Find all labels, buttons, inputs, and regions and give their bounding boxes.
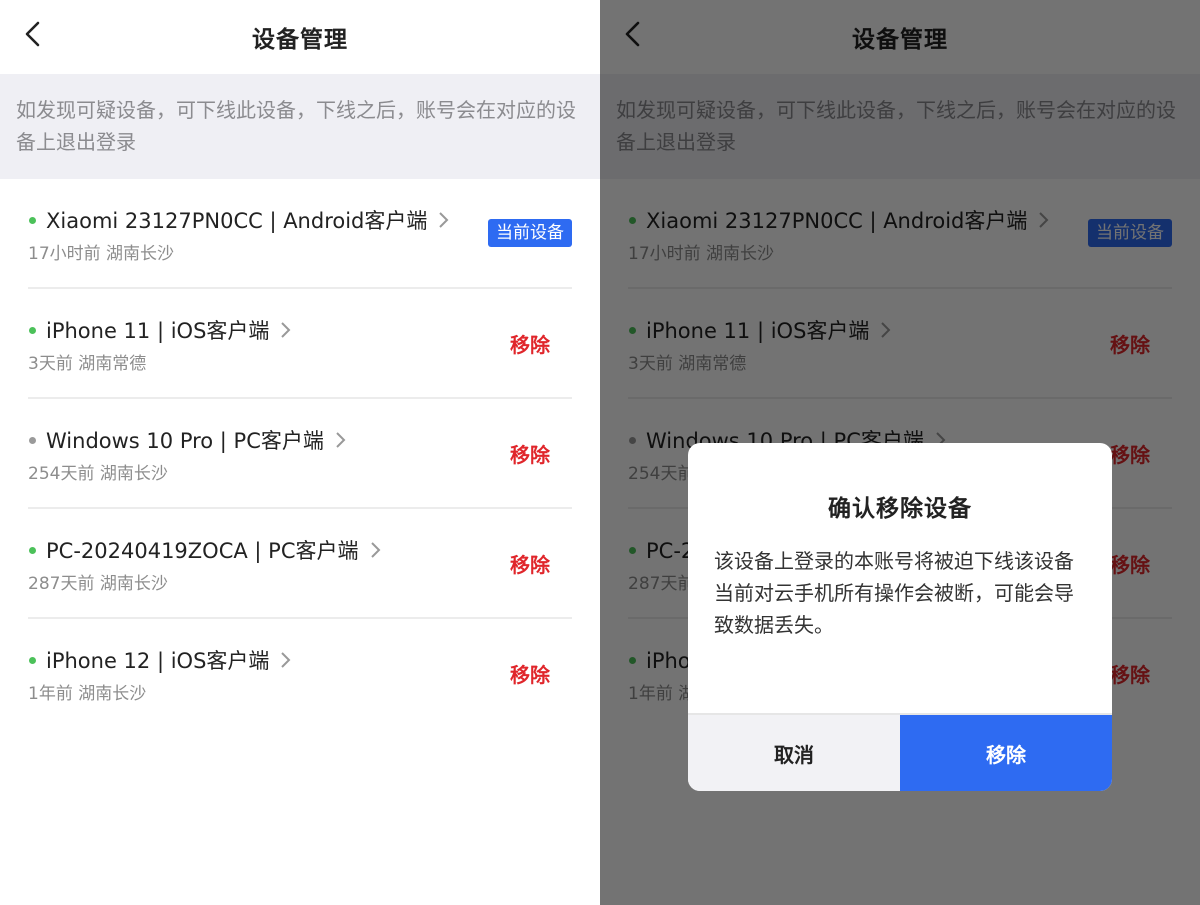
offline-status-dot (29, 436, 36, 444)
device-list-with-dialog-screen: 设备管理 如发现可疑设备，可下线此设备，下线之后，账号会在对应的设备上退出登录 … (600, 0, 1200, 905)
device-title-line: PC-20240419ZOCA | PC客户端 (28, 535, 381, 565)
device-row[interactable]: iPhone 11 | iOS客户端 3天前 湖南常德 移除 (28, 289, 572, 399)
remove-button[interactable]: 移除 (510, 439, 550, 468)
device-title-line: iPhone 11 | iOS客户端 (28, 315, 291, 345)
device-meta: 3天前 湖南常德 (28, 354, 147, 374)
current-device-badge: 当前设备 (488, 219, 572, 247)
device-name: iPhone 12 | iOS客户端 (46, 649, 270, 673)
remove-button[interactable]: 移除 (510, 549, 550, 578)
device-row[interactable]: Xiaomi 23127PN0CC | Android客户端 17小时前 湖南长… (28, 179, 572, 289)
dialog-message: 该设备上登录的本账号将被迫下线该设备当前对云手机所有操作会被断，可能会导致数据丢… (714, 549, 1074, 637)
device-name: PC-20240419ZOCA | PC客户端 (46, 539, 359, 563)
page-title: 设备管理 (252, 27, 348, 53)
chevron-right-icon (439, 212, 449, 228)
device-row[interactable]: iPhone 12 | iOS客户端 1年前 湖南长沙 移除 (28, 619, 572, 729)
device-meta: 1年前 湖南长沙 (28, 684, 147, 704)
chevron-right-icon (336, 432, 346, 448)
device-meta: 254天前 湖南长沙 (28, 464, 168, 484)
cancel-button[interactable]: 取消 (688, 715, 900, 791)
chevron-right-icon (281, 322, 291, 338)
remove-button[interactable]: 移除 (510, 329, 550, 358)
device-list: Xiaomi 23127PN0CC | Android客户端 17小时前 湖南长… (0, 179, 600, 729)
online-status-dot (29, 656, 36, 664)
device-title-line: Windows 10 Pro | PC客户端 (28, 425, 346, 455)
back-arrow-icon[interactable] (22, 20, 44, 48)
online-status-dot (29, 326, 36, 334)
online-status-dot (29, 216, 36, 224)
device-name: iPhone 11 | iOS客户端 (46, 319, 270, 343)
device-name: Windows 10 Pro | PC客户端 (46, 429, 324, 453)
device-meta: 287天前 湖南长沙 (28, 574, 168, 594)
header: 设备管理 (0, 0, 600, 74)
device-list-screen: 设备管理 如发现可疑设备，可下线此设备，下线之后，账号会在对应的设备上退出登录 … (0, 0, 600, 905)
chevron-right-icon (281, 652, 291, 668)
online-status-dot (29, 546, 36, 554)
chevron-right-icon (370, 542, 380, 558)
device-row[interactable]: PC-20240419ZOCA | PC客户端 287天前 湖南长沙 移除 (28, 509, 572, 619)
remove-button[interactable]: 移除 (510, 659, 550, 688)
notice-text: 如发现可疑设备，可下线此设备，下线之后，账号会在对应的设备上退出登录 (0, 74, 600, 179)
device-row[interactable]: Windows 10 Pro | PC客户端 254天前 湖南长沙 移除 (28, 399, 572, 509)
confirm-remove-dialog: 确认移除设备 该设备上登录的本账号将被迫下线该设备当前对云手机所有操作会被断，可… (688, 443, 1112, 791)
dialog-buttons: 取消 移除 (688, 713, 1112, 791)
device-meta: 17小时前 湖南长沙 (28, 244, 175, 264)
confirm-remove-button[interactable]: 移除 (900, 715, 1112, 791)
device-name: Xiaomi 23127PN0CC | Android客户端 (46, 209, 428, 233)
dialog-title: 确认移除设备 (828, 496, 972, 522)
device-title-line: Xiaomi 23127PN0CC | Android客户端 (28, 205, 449, 235)
device-title-line: iPhone 12 | iOS客户端 (28, 645, 291, 675)
